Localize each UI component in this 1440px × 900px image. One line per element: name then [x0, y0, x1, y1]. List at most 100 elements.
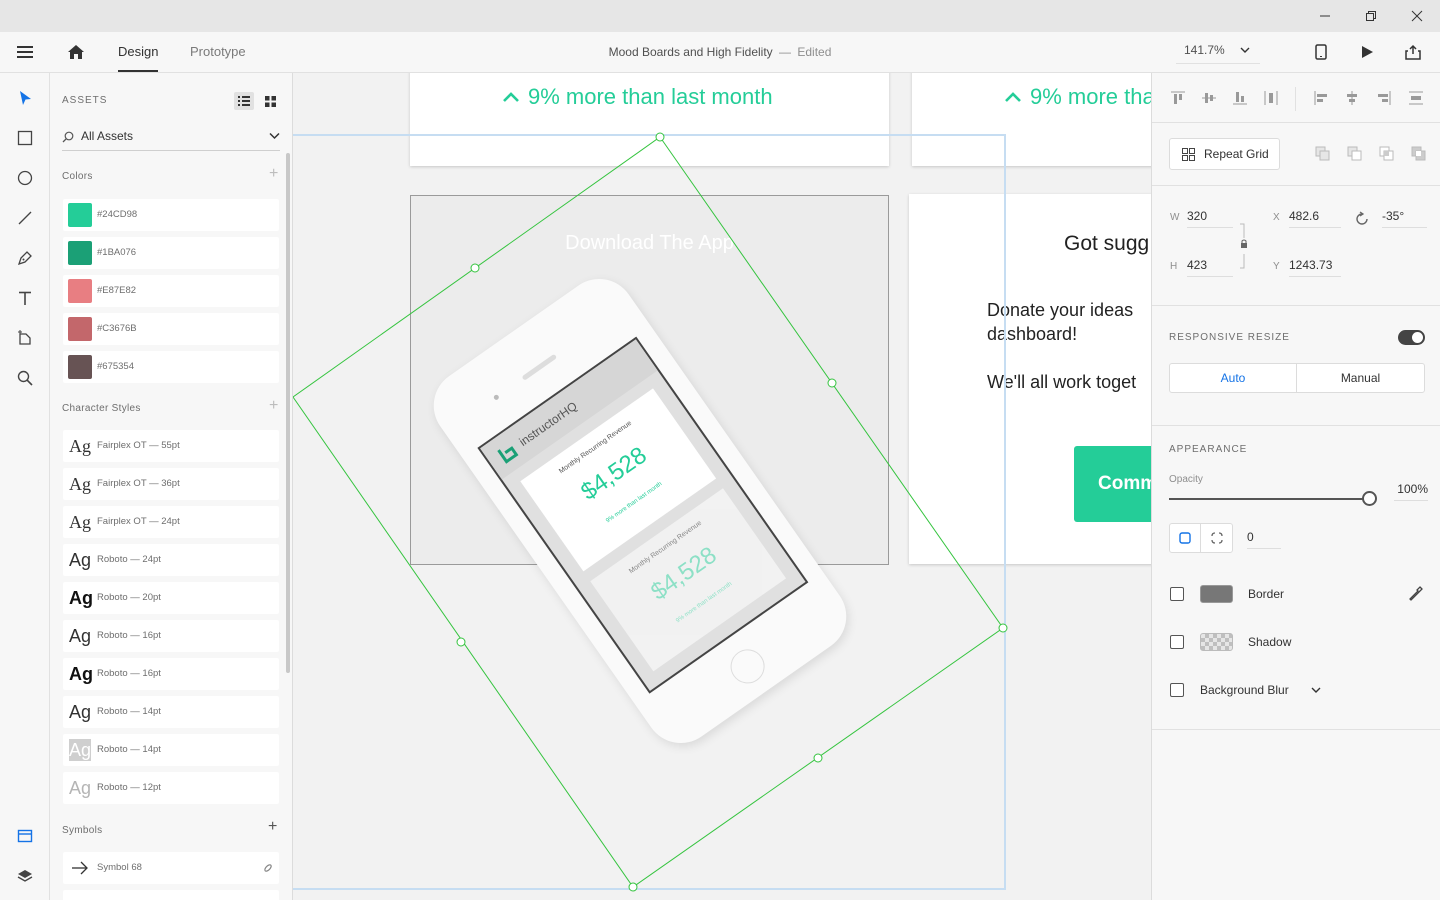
ellipse-icon[interactable]: [10, 163, 40, 193]
design-canvas[interactable]: 9% more than last month 9% more tha Down…: [293, 73, 1151, 900]
lock-aspect-icon[interactable]: [1238, 222, 1250, 272]
character-style-item[interactable]: Ag Roboto — 16pt: [63, 658, 279, 690]
character-style-label: Roboto — 12pt: [97, 782, 161, 793]
play-icon[interactable]: [1352, 40, 1382, 64]
color-swatch-item[interactable]: #675354: [63, 351, 279, 383]
resize-handle: [655, 132, 665, 142]
border-color-swatch[interactable]: [1200, 585, 1233, 603]
align-bottom-icon[interactable]: [1232, 90, 1248, 106]
eyedropper-icon[interactable]: [1409, 586, 1423, 602]
align-middle-icon[interactable]: [1201, 90, 1217, 106]
list-view-icon[interactable]: [234, 92, 254, 110]
character-styles-label: Character Styles: [62, 403, 141, 414]
y-field[interactable]: 1243.73: [1289, 255, 1341, 277]
add-symbol-icon[interactable]: +: [268, 818, 277, 836]
color-swatch-item[interactable]: #24CD98: [63, 199, 279, 231]
opacity-slider-thumb[interactable]: [1362, 491, 1377, 506]
repeat-grid-button[interactable]: Repeat Grid: [1169, 138, 1280, 170]
color-hex-label: #675354: [97, 361, 134, 372]
artboard-bounds: [293, 134, 1006, 890]
select-icon[interactable]: [10, 83, 40, 113]
color-swatch-item[interactable]: #C3676B: [63, 313, 279, 345]
resize-auto-button[interactable]: Auto: [1170, 364, 1297, 392]
document-status: Edited: [797, 45, 832, 59]
selection-overlay: [293, 132, 1008, 892]
corner-radius-field[interactable]: 0: [1247, 527, 1281, 549]
tab-prototype[interactable]: Prototype: [190, 32, 246, 72]
document-name: Mood Boards and High Fidelity: [608, 45, 773, 59]
add-color-icon[interactable]: +: [269, 165, 278, 183]
shadow-color-swatch[interactable]: [1200, 633, 1233, 651]
share-icon[interactable]: [1398, 40, 1428, 64]
symbol-item[interactable]: [63, 890, 279, 900]
zoom-dropdown[interactable]: 141.7%: [1176, 40, 1260, 64]
chevron-down-icon: [1240, 47, 1250, 53]
shadow-checkbox[interactable]: [1170, 635, 1184, 649]
character-style-sample: Ag: [69, 588, 93, 608]
opacity-slider[interactable]: [1169, 491, 1377, 506]
uniform-radius-icon[interactable]: [1170, 524, 1201, 552]
symbol-label: Symbol 68: [97, 862, 142, 873]
background-blur-checkbox[interactable]: [1170, 683, 1184, 697]
y-label: Y: [1273, 261, 1280, 272]
pen-icon[interactable]: [10, 243, 40, 273]
assets-title: ASSETS: [62, 95, 108, 106]
character-style-item[interactable]: Ag Roboto — 20pt: [63, 582, 279, 614]
color-swatch-item[interactable]: #E87E82: [63, 275, 279, 307]
align-top-icon[interactable]: [1170, 90, 1186, 106]
character-style-sample: Ag: [69, 664, 93, 684]
align-left-icon[interactable]: [1313, 90, 1329, 106]
opacity-value[interactable]: 100%: [1394, 479, 1428, 501]
character-style-item[interactable]: Ag Fairplex OT — 55pt: [63, 430, 279, 462]
zoom-icon[interactable]: [10, 363, 40, 393]
rotation-field[interactable]: -35°: [1382, 206, 1427, 228]
restore-icon[interactable]: [1348, 0, 1394, 32]
boolean-subtract-icon[interactable]: [1347, 146, 1363, 162]
layers-icon[interactable]: [10, 861, 40, 891]
color-swatch-item[interactable]: #1BA076: [63, 237, 279, 269]
distribute-vertical-icon[interactable]: [1263, 90, 1279, 106]
boolean-exclude-icon[interactable]: [1411, 146, 1427, 162]
width-field[interactable]: 320: [1187, 206, 1233, 228]
assets-scrollbar[interactable]: [286, 153, 290, 673]
character-style-item[interactable]: Ag Fairplex OT — 24pt: [63, 506, 279, 538]
minimize-icon[interactable]: [1302, 0, 1348, 32]
character-style-sample: Ag: [69, 626, 92, 646]
close-icon[interactable]: [1394, 0, 1440, 32]
assets-filter-dropdown[interactable]: All Assets: [62, 125, 280, 151]
chevron-down-icon[interactable]: [1311, 686, 1321, 694]
zoom-value: 141.7%: [1184, 43, 1225, 57]
character-style-item[interactable]: Ag Roboto — 12pt: [63, 772, 279, 804]
character-style-item[interactable]: Ag Roboto — 14pt: [63, 696, 279, 728]
hamburger-icon[interactable]: [10, 40, 40, 64]
phone-icon[interactable]: [1306, 40, 1336, 64]
character-style-item[interactable]: Ag Roboto — 14pt: [63, 734, 279, 766]
x-field[interactable]: 482.6: [1289, 206, 1341, 228]
artboard-icon[interactable]: [10, 323, 40, 353]
border-label: Border: [1248, 587, 1285, 601]
character-style-sample: Ag: [69, 550, 92, 570]
boolean-add-icon[interactable]: [1315, 146, 1331, 162]
character-style-item[interactable]: Ag Roboto — 24pt: [63, 544, 279, 576]
responsive-resize-toggle[interactable]: [1398, 330, 1425, 345]
home-icon[interactable]: [61, 40, 91, 64]
arrow-right-icon: [72, 861, 88, 875]
tab-design[interactable]: Design: [118, 32, 159, 72]
character-style-item[interactable]: Ag Fairplex OT — 36pt: [63, 468, 279, 500]
grid-view-icon[interactable]: [260, 92, 280, 110]
line-icon[interactable]: [10, 203, 40, 233]
resize-manual-button[interactable]: Manual: [1297, 364, 1424, 392]
text-icon[interactable]: [10, 283, 40, 313]
align-right-icon[interactable]: [1376, 90, 1392, 106]
boolean-intersect-icon[interactable]: [1379, 146, 1395, 162]
rectangle-icon[interactable]: [10, 123, 40, 153]
per-corner-radius-icon[interactable]: [1201, 524, 1232, 552]
distribute-horizontal-icon[interactable]: [1408, 90, 1424, 106]
border-checkbox[interactable]: [1170, 587, 1184, 601]
align-center-icon[interactable]: [1344, 90, 1360, 106]
character-style-item[interactable]: Ag Roboto — 16pt: [63, 620, 279, 652]
add-character-style-icon[interactable]: +: [269, 397, 278, 415]
assets-icon[interactable]: [10, 821, 40, 851]
symbol-item[interactable]: Symbol 68: [63, 852, 279, 884]
height-field[interactable]: 423: [1187, 255, 1233, 277]
